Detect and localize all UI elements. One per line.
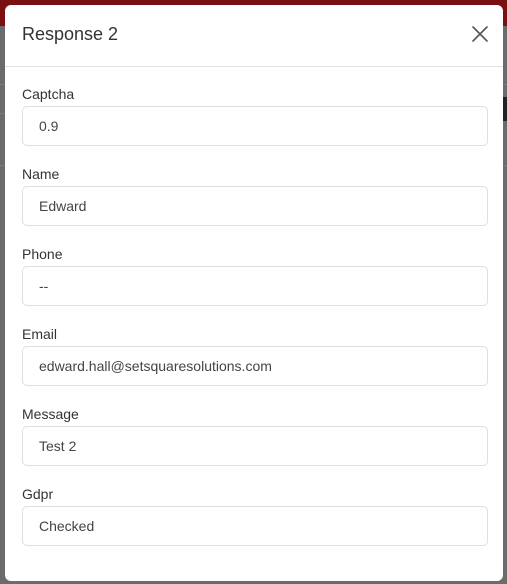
modal-body: Captcha Name Phone Email Message Gdpr (22, 86, 488, 566)
email-label: Email (22, 326, 58, 342)
phone-label: Phone (22, 246, 63, 262)
message-field-group: Message (22, 406, 488, 486)
email-field-group: Email (22, 326, 488, 406)
close-icon (472, 26, 488, 42)
response-modal: Response 2 Captcha Name Phone Email Mess… (5, 5, 503, 581)
captcha-field[interactable] (22, 106, 488, 146)
modal-title: Response 2 (22, 24, 119, 44)
gdpr-field[interactable] (22, 506, 488, 546)
captcha-field-group: Captcha (22, 86, 488, 166)
gdpr-field-group: Gdpr (22, 486, 488, 566)
message-field[interactable] (22, 426, 488, 466)
gdpr-label: Gdpr (22, 486, 54, 502)
name-field[interactable] (22, 186, 488, 226)
phone-field-group: Phone (22, 246, 488, 326)
name-field-group: Name (22, 166, 488, 246)
message-label: Message (22, 406, 79, 422)
phone-field[interactable] (22, 266, 488, 306)
modal-header: Response 2 (5, 5, 503, 67)
name-label: Name (22, 166, 60, 182)
email-field[interactable] (22, 346, 488, 386)
close-button[interactable] (469, 23, 491, 45)
captcha-label: Captcha (22, 86, 75, 102)
